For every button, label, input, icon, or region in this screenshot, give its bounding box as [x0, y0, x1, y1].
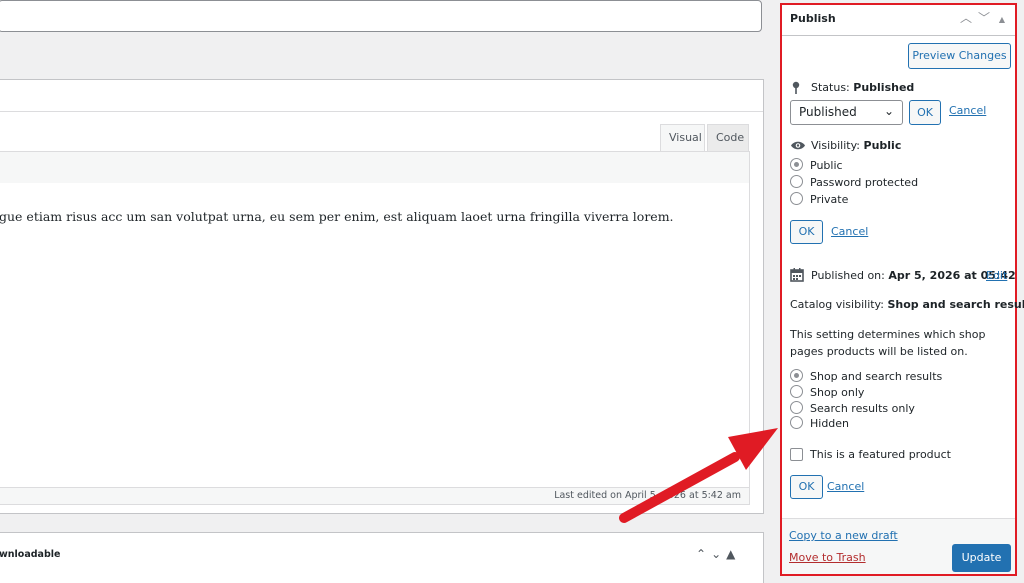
status-cancel-link[interactable]: Cancel [949, 104, 986, 117]
product-data-box: wnloadable ⌃⌄▲ [0, 532, 764, 583]
visibility-cancel-link[interactable]: Cancel [831, 225, 868, 238]
media-bar [0, 80, 763, 112]
status-row: Status: Published [811, 81, 915, 94]
move-to-trash-link[interactable]: Move to Trash [789, 551, 866, 564]
catalog-radio-hidden[interactable] [790, 416, 803, 429]
catalog-radio-shop-search[interactable] [790, 369, 803, 382]
catalog-option-label: Shop and search results [810, 370, 943, 383]
catalog-ok-button[interactable]: OK [790, 475, 823, 499]
publish-header-controls: ︿ ﹀ ▲ [957, 9, 1011, 26]
chevron-up-icon[interactable]: ⌃ [696, 547, 711, 561]
editor-status-bar: Last edited on April 5, 2026 at 5:42 am [0, 488, 750, 505]
catalog-description: This setting determines which shop pages… [790, 328, 986, 358]
content-editor: Visual Code gue etiam risus acc um san v… [0, 79, 764, 514]
chevron-down-icon[interactable]: ﹀ [975, 9, 993, 26]
box-controls[interactable]: ⌃⌄▲ [696, 547, 740, 561]
visibility-radio-public[interactable] [790, 158, 803, 171]
catalog-radio-search-only[interactable] [790, 401, 803, 414]
chevron-down-icon[interactable]: ⌄ [711, 547, 726, 561]
editor-content-area[interactable]: gue etiam risus acc um san volutpat urna… [0, 183, 750, 488]
publish-title: Publish [790, 12, 836, 25]
status-ok-button[interactable]: OK [909, 100, 941, 125]
editor-toolbar [0, 151, 750, 184]
catalog-option-label: Shop only [810, 386, 865, 399]
title-input[interactable] [0, 0, 762, 32]
editor-content-text: gue etiam risus acc um san volutpat urna… [0, 209, 674, 224]
published-on-row: Published on: Apr 5, 2026 at 05:42 [811, 269, 1016, 282]
published-on-edit-link[interactable]: Edit [986, 269, 1007, 282]
update-button[interactable]: Update [952, 544, 1011, 572]
visibility-option-label: Public [810, 159, 843, 172]
caret-up-icon[interactable]: ▲ [993, 15, 1011, 24]
eye-icon [790, 140, 806, 154]
catalog-option-label: Hidden [810, 417, 850, 430]
visibility-radio-password[interactable] [790, 175, 803, 188]
featured-product-label: This is a featured product [810, 448, 951, 461]
visibility-ok-button[interactable]: OK [790, 220, 823, 244]
downloadable-label: wnloadable [0, 549, 61, 560]
editor-tabs: Visual Code [0, 124, 763, 152]
visibility-radio-private[interactable] [790, 192, 803, 205]
tab-code[interactable]: Code [707, 124, 749, 152]
publish-header: Publish ︿ ﹀ ▲ [782, 5, 1015, 36]
tab-visual[interactable]: Visual [660, 124, 705, 152]
catalog-option-label: Search results only [810, 402, 915, 415]
publish-footer: Copy to a new draft Move to Trash Update [782, 518, 1015, 574]
chevron-down-icon: ⌄ [883, 104, 894, 118]
status-select[interactable]: Published ⌄ [790, 100, 903, 125]
chevron-up-icon[interactable]: ︿ [957, 9, 975, 26]
pin-icon [791, 81, 801, 97]
featured-product-checkbox[interactable] [790, 448, 803, 461]
preview-changes-button[interactable]: Preview Changes [908, 43, 1011, 69]
catalog-visibility-row: Catalog visibility: Shop and search resu… [790, 298, 1024, 311]
publish-panel: Publish ︿ ﹀ ▲ Preview Changes Status: Publ… [780, 3, 1024, 576]
caret-up-icon[interactable]: ▲ [726, 547, 740, 561]
visibility-option-label: Password protected [810, 176, 919, 189]
catalog-cancel-link[interactable]: Cancel [827, 480, 864, 493]
last-edited-text: Last edited on April 5, 2026 at 5:42 am [554, 490, 741, 501]
visibility-option-label: Private [810, 193, 849, 206]
copy-to-draft-link[interactable]: Copy to a new draft [789, 529, 898, 542]
visibility-row: Visibility: Public [811, 139, 902, 152]
catalog-radio-shop-only[interactable] [790, 385, 803, 398]
calendar-icon [790, 268, 804, 285]
